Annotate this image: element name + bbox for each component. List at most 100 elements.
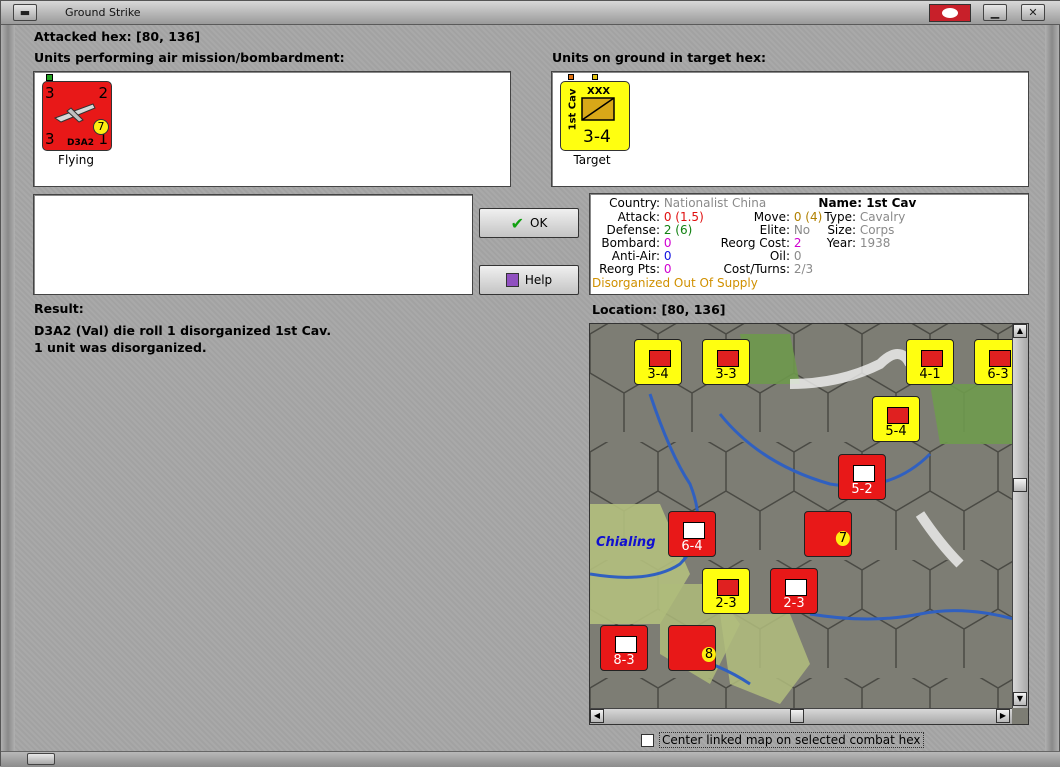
map-counter[interactable]: 8-3 [600,625,648,671]
result-line-2: 1 unit was disorganized. [34,340,207,355]
attack-value: 0 [663,210,672,224]
size-label: Size: [827,223,856,237]
unit-symbol-icon [887,407,909,424]
scroll-left-icon[interactable]: ◀ [590,709,604,723]
scroll-thumb[interactable] [1013,478,1027,492]
ground-unit-size-mark: XXX [587,86,611,97]
costturns-value: 2/3 [793,262,814,276]
country-label: Country: [609,196,660,210]
help-button[interactable]: Help [479,265,579,295]
message-panel [33,194,473,295]
move-value: 0 [793,210,802,224]
bombard-label: Bombard: [601,236,660,250]
map-counter-label: 6-3 [987,367,1009,382]
antiair-label: Anti-Air: [611,249,660,263]
costturns-label: Cost/Turns: [723,262,790,276]
map-counter-label: 2-3 [715,596,737,611]
reorgcost-value: 2 [793,236,802,250]
map-horizontal-scrollbar[interactable]: ◀ ▶ [590,708,1012,724]
map-counter-label: 5-2 [851,482,873,497]
map-counter[interactable]: 3-4 [634,339,682,385]
ground-strike-window: ▬ Ground Strike ▁ ✕ Attacked hex: [80, 1… [0,0,1060,767]
location-label: Location: [80, 136] [592,302,726,317]
map-counter[interactable]: 2-3 [770,568,818,614]
ground-units-panel[interactable]: 1st Cav XXX 3-4 Target [551,71,1029,187]
defense-value: 2 [663,223,672,237]
status-pip-icon [592,74,598,80]
map-counter[interactable]: 4-1 [906,339,954,385]
map-counter[interactable]: 5-4 [872,396,920,442]
mission-badge-icon: 7 [93,119,109,135]
menu-button[interactable]: ▬ [13,4,37,21]
map-counter-label: 3-4 [647,367,669,382]
unit-symbol-icon [989,350,1011,367]
air-unit-name: D3A2 [67,138,94,148]
name-label: Name: [818,196,862,210]
unit-symbol-icon [717,579,739,596]
year-label: Year: [826,236,856,250]
map-counter[interactable]: 3-3 [702,339,750,385]
ok-button-label: OK [530,216,548,230]
scroll-right-icon[interactable]: ▶ [996,709,1010,723]
map-counter-label: 3-3 [715,367,737,382]
elite-value: No [793,223,811,237]
defense-label: Defense: [606,223,660,237]
minimize-button[interactable]: ▁ [983,4,1007,21]
defense-mod: (6) [675,223,693,237]
title-bar[interactable]: ▬ Ground Strike ▁ ✕ [1,1,1060,25]
year-value: 1938 [859,236,891,250]
country-value: Nationalist China [663,196,767,210]
antiair-value: 0 [663,249,672,263]
bombard-value: 0 [663,236,672,250]
status-pip-icon [46,74,53,81]
ground-units-label: Units on ground in target hex: [552,50,767,65]
close-button[interactable]: ✕ [1021,4,1045,21]
window-title: Ground Strike [65,6,141,19]
type-label: Type: [824,210,856,224]
right-frame [1045,25,1059,751]
attack-label: Attack: [617,210,660,224]
move-label: Move: [753,210,790,224]
air-units-panel[interactable]: 3 2 3 1 7 D3A2 Flying [33,71,511,187]
map-counter[interactable]: 8 [668,625,717,671]
unit-symbol-icon [717,350,739,367]
elite-label: Elite: [759,223,790,237]
center-map-checkbox-row[interactable]: Center linked map on selected combat hex [641,732,924,748]
dive-bomber-icon [53,103,96,123]
scroll-down-icon[interactable]: ▼ [1013,692,1027,706]
map-counter[interactable]: 6-4 [668,511,716,557]
reorg-value: 0 [663,262,672,276]
combat-map[interactable]: Chialing 3-4 3-3 4-1 6-3 5-4 5-2 6-4 2-3… [589,323,1029,725]
result-label: Result: [34,301,84,316]
left-frame [1,25,15,751]
resize-grip-icon[interactable] [27,753,55,765]
map-counter[interactable]: 5-2 [838,454,886,500]
unit-symbol-icon [683,522,705,539]
unit-symbol-icon [785,579,807,596]
ground-unit-name: 1st Cav [567,88,579,131]
scroll-up-icon[interactable]: ▲ [1013,324,1027,338]
ground-unit-counter[interactable]: 1st Cav XXX 3-4 [560,81,630,151]
center-map-checkbox-label[interactable]: Center linked map on selected combat hex [659,732,924,748]
unit-symbol-icon [615,636,637,653]
scroll-thumb[interactable] [790,709,804,723]
name-value: 1st Cav [866,196,917,210]
map-counter[interactable]: 7 [804,511,852,557]
map-counter-label: 4-1 [919,367,941,382]
unit-symbol-icon [853,465,875,482]
ok-button[interactable]: ✔ OK [479,208,579,238]
unit-symbol-icon [649,350,671,367]
bottom-frame [1,751,1060,767]
type-value: Cavalry [859,210,906,224]
oil-value: 0 [793,249,802,263]
map-place-label: Chialing [596,535,656,550]
reorg-label: Reorg Pts: [599,262,660,276]
cavalry-symbol-icon [581,97,615,121]
center-map-checkbox[interactable] [641,733,654,747]
air-unit-counter[interactable]: 3 2 3 1 7 D3A2 [42,81,112,151]
oil-label: Oil: [769,249,790,263]
map-counter-label: 7 [835,531,851,546]
map-counter[interactable]: 2-3 [702,568,750,614]
unit-info-panel: Country: Nationalist China Attack: 0 (1.… [589,193,1029,295]
map-vertical-scrollbar[interactable]: ▲ ▼ [1012,324,1028,708]
